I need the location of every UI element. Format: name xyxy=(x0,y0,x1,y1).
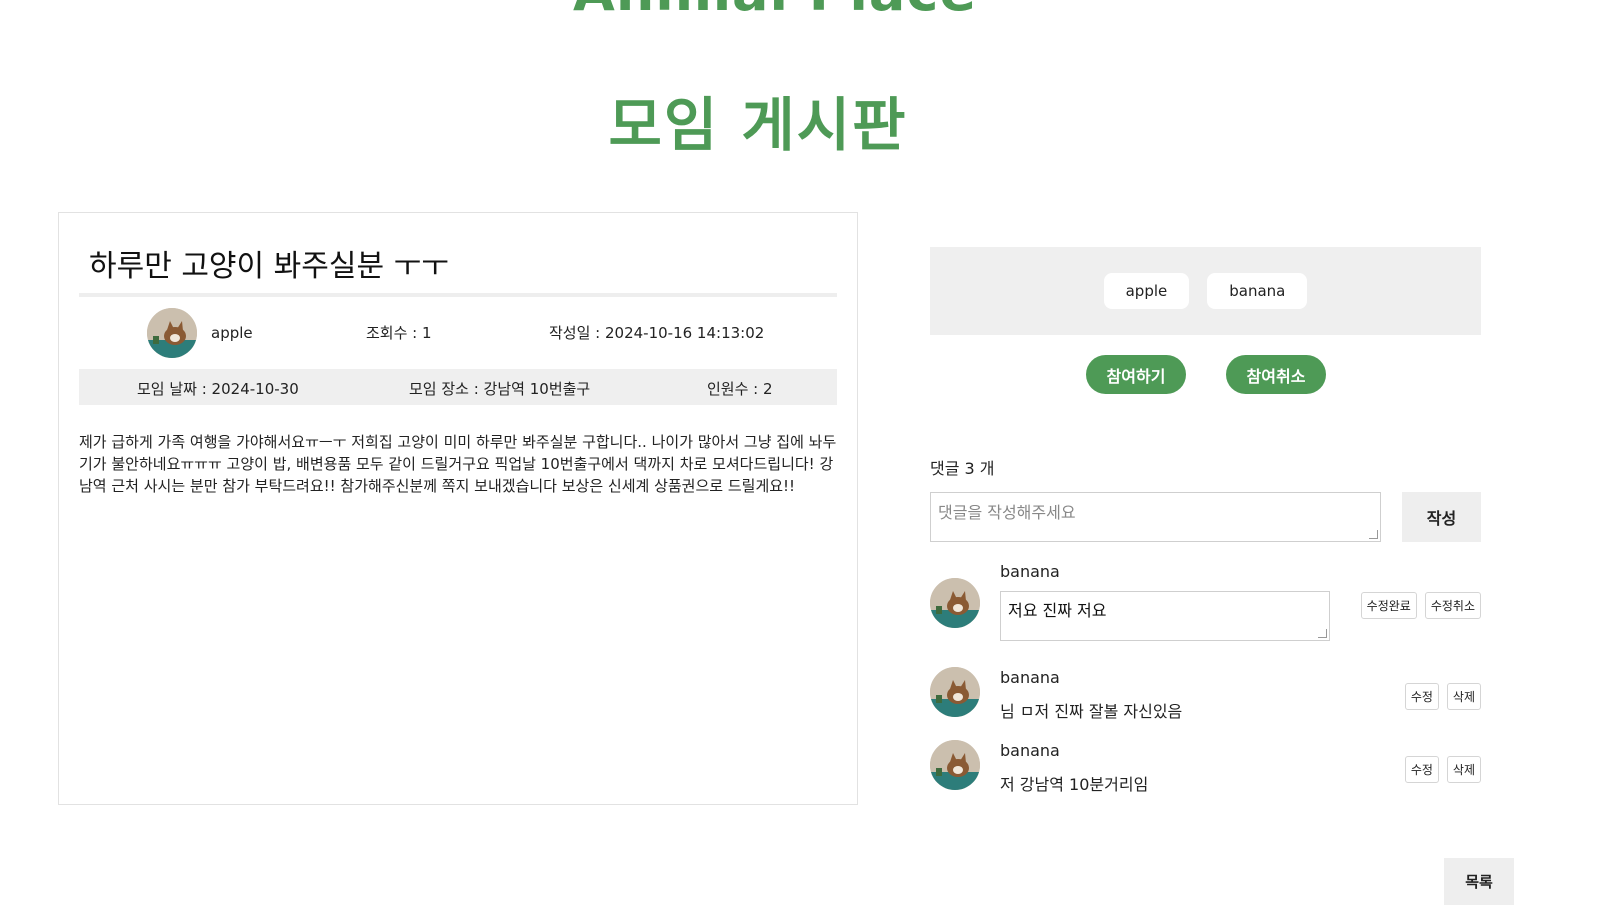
post-meta: apple 조회수 : 1 작성일 : 2024-10-16 14:13:02 xyxy=(79,307,837,359)
comment-item: banana 저 강남역 10분거리임 수정 삭제 xyxy=(930,740,1481,795)
comment-item: banana 저요 진짜 저요 수정완료 수정취소 xyxy=(930,562,1481,648)
participant-chip: banana xyxy=(1207,273,1308,309)
meeting-headcount: 인원수 : 2 xyxy=(707,380,773,398)
comment-author: banana xyxy=(1000,741,1060,760)
meeting-place: 모임 장소 : 강남역 10번출구 xyxy=(409,380,591,398)
meeting-info-bar: 모임 날짜 : 2024-10-30 모임 장소 : 강남역 10번출구 인원수… xyxy=(79,369,837,405)
cat-avatar-icon xyxy=(930,578,980,628)
page-title: 모임 게시판 xyxy=(608,91,908,159)
comment-actions: 수정 삭제 xyxy=(1404,756,1481,783)
join-actions: 참여하기 참여취소 xyxy=(1086,355,1326,394)
comment-input[interactable]: 댓글을 작성해주세요 xyxy=(930,492,1381,542)
save-edit-button[interactable]: 수정완료 xyxy=(1360,592,1417,619)
divider xyxy=(79,293,837,297)
cancel-join-button[interactable]: 참여취소 xyxy=(1226,355,1326,394)
comment-count: 댓글 3 개 xyxy=(930,459,995,478)
join-button[interactable]: 참여하기 xyxy=(1086,355,1186,394)
comment-author: banana xyxy=(1000,668,1060,687)
delete-comment-button[interactable]: 삭제 xyxy=(1446,756,1481,783)
post-author-name[interactable]: apple xyxy=(211,324,253,342)
write-comment-button[interactable]: 작성 xyxy=(1402,492,1481,542)
participant-chip: apple xyxy=(1103,273,1190,309)
post-created-date: 작성일 : 2024-10-16 14:13:02 xyxy=(549,324,765,342)
comment-actions: 수정 삭제 xyxy=(1404,683,1481,710)
post-author: apple xyxy=(147,308,253,358)
edit-comment-button[interactable]: 수정 xyxy=(1404,683,1439,710)
cat-avatar-icon xyxy=(147,308,197,358)
comment-text: 저 강남역 10분거리임 xyxy=(1000,775,1149,794)
cat-avatar-icon xyxy=(930,667,980,717)
list-button[interactable]: 목록 xyxy=(1444,858,1514,905)
meeting-date: 모임 날짜 : 2024-10-30 xyxy=(137,380,299,398)
post-views: 조회수 : 1 xyxy=(366,324,432,342)
delete-comment-button[interactable]: 삭제 xyxy=(1446,683,1481,710)
participants-box: apple banana xyxy=(930,247,1481,335)
post-card: 하루만 고양이 봐주실분 ㅜㅜ apple 조회수 : 1 작성일 : 2024… xyxy=(58,212,858,805)
comment-author: banana xyxy=(1000,562,1060,581)
comment-actions: 수정완료 수정취소 xyxy=(1360,592,1481,619)
site-title: Animal Place xyxy=(0,0,1550,23)
comment-edit-input[interactable]: 저요 진짜 저요 xyxy=(1000,591,1330,641)
comment-item: banana 님 ㅁ저 진짜 잘볼 자신있음 수정 삭제 xyxy=(930,667,1481,722)
post-body: 제가 급하게 가족 여행을 가야해서요ㅠㅡㅜ 저희집 고양이 미미 하루만 봐주… xyxy=(79,433,837,495)
edit-comment-button[interactable]: 수정 xyxy=(1404,756,1439,783)
post-title: 하루만 고양이 봐주실분 ㅜㅜ xyxy=(89,249,449,284)
cancel-edit-button[interactable]: 수정취소 xyxy=(1424,592,1481,619)
cat-avatar-icon xyxy=(930,740,980,790)
comment-text: 님 ㅁ저 진짜 잘볼 자신있음 xyxy=(1000,702,1183,721)
